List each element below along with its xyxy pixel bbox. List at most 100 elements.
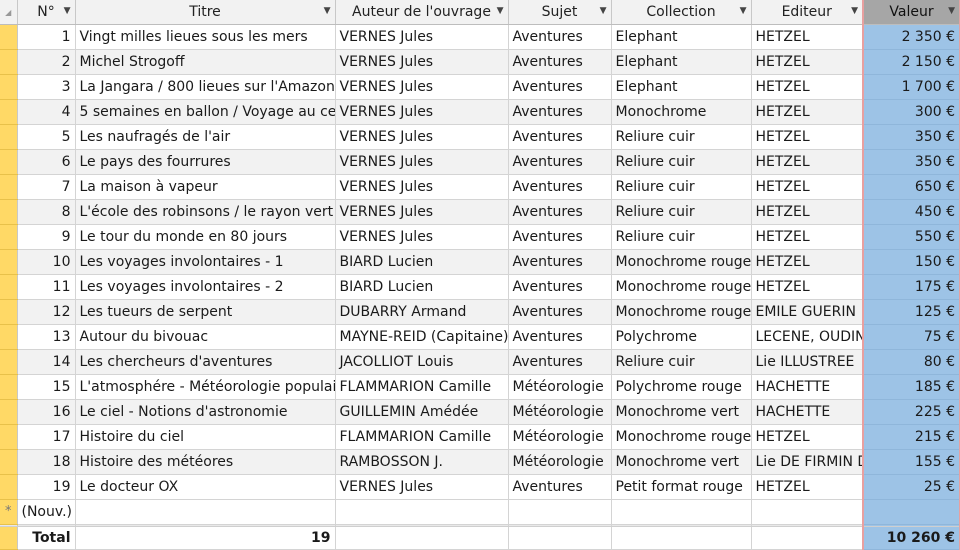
cell-valeur[interactable]: 350 € <box>862 124 960 150</box>
cell-valeur[interactable]: 450 € <box>862 199 960 225</box>
cell-auteur[interactable]: VERNES Jules <box>335 224 509 250</box>
cell-sujet[interactable]: Aventures <box>508 299 612 325</box>
table-row[interactable]: 1 Vingt milles lieues sous les mers VERNES… <box>0 24 960 50</box>
cell-editeur[interactable]: HETZEL <box>751 24 864 50</box>
table-row[interactable]: 5 Les naufragés de l'air VERNES Jules Avent… <box>0 124 960 150</box>
new-cell[interactable] <box>508 499 612 525</box>
column-header-collection[interactable]: Collection ▼ <box>611 0 752 25</box>
cell-auteur[interactable]: BIARD Lucien <box>335 249 509 275</box>
cell-titre[interactable]: Michel Strogoff <box>75 49 336 75</box>
cell-valeur[interactable]: 350 € <box>862 149 960 175</box>
cell-no[interactable]: 2 <box>17 49 76 75</box>
cell-sujet[interactable]: Aventures <box>508 324 612 350</box>
cell-collection[interactable]: Petit format rouge <box>611 474 752 500</box>
column-header-editeur[interactable]: Editeur ▼ <box>751 0 864 25</box>
cell-no[interactable]: 13 <box>17 324 76 350</box>
cell-auteur[interactable]: VERNES Jules <box>335 124 509 150</box>
cell-auteur[interactable]: BIARD Lucien <box>335 274 509 300</box>
cell-editeur[interactable]: EMILE GUERIN <box>751 299 864 325</box>
cell-collection[interactable]: Monochrome rouge <box>611 299 752 325</box>
cell-valeur[interactable]: 225 € <box>862 399 960 425</box>
total-selector[interactable] <box>0 526 18 550</box>
table-row[interactable]: 14 Les chercheurs d'aventures JACOLLIOT Lo… <box>0 349 960 375</box>
cell-titre[interactable]: L'école des robinsons / le rayon vert <box>75 199 336 225</box>
cell-auteur[interactable]: RAMBOSSON J. <box>335 449 509 475</box>
column-header-titre[interactable]: Titre ▼ <box>75 0 336 25</box>
record-selector[interactable] <box>0 149 18 175</box>
cell-editeur[interactable]: HETZEL <box>751 424 864 450</box>
cell-valeur[interactable]: 2 350 € <box>862 24 960 50</box>
record-selector[interactable] <box>0 374 18 400</box>
record-selector[interactable] <box>0 49 18 75</box>
cell-editeur[interactable]: Lie DE FIRMIN DIDOT <box>751 449 864 475</box>
new-cell[interactable] <box>611 499 752 525</box>
cell-auteur[interactable]: MAYNE-REID (Capitaine) <box>335 324 509 350</box>
cell-no[interactable]: 15 <box>17 374 76 400</box>
cell-valeur[interactable]: 2 150 € <box>862 49 960 75</box>
cell-collection[interactable]: Reliure cuir <box>611 124 752 150</box>
cell-no[interactable]: 16 <box>17 399 76 425</box>
cell-auteur[interactable]: VERNES Jules <box>335 474 509 500</box>
chevron-down-icon[interactable]: ▼ <box>497 0 504 22</box>
cell-editeur[interactable]: HETZEL <box>751 74 864 100</box>
cell-collection[interactable]: Polychrome rouge <box>611 374 752 400</box>
table-row[interactable]: 45 semaines en ballon / Voyage au centre… <box>0 99 960 125</box>
cell-no[interactable]: 1 <box>17 24 76 50</box>
column-header-sujet[interactable]: Sujet ▼ <box>508 0 612 25</box>
cell-no[interactable]: 17 <box>17 424 76 450</box>
cell-no[interactable]: 11 <box>17 274 76 300</box>
column-header-auteur[interactable]: Auteur de l'ouvrage ▼ <box>335 0 509 25</box>
cell-collection[interactable]: Polychrome <box>611 324 752 350</box>
table-row[interactable]: 3 La Jangara / 800 lieues sur l'Amazone VE… <box>0 74 960 100</box>
cell-titre[interactable]: 5 semaines en ballon / Voyage au centre … <box>75 99 336 125</box>
cell-collection[interactable]: Reliure cuir <box>611 224 752 250</box>
table-row[interactable]: 9 Le tour du monde en 80 jours VERNES Jule… <box>0 224 960 250</box>
cell-collection[interactable]: Monochrome vert <box>611 399 752 425</box>
record-selector[interactable] <box>0 249 18 275</box>
cell-sujet[interactable]: Aventures <box>508 74 612 100</box>
record-selector[interactable] <box>0 99 18 125</box>
table-row[interactable]: 17 Histoire du ciel FLAMMARION Camille Mété… <box>0 424 960 450</box>
cell-sujet[interactable]: Aventures <box>508 99 612 125</box>
cell-sujet[interactable]: Météorologie <box>508 374 612 400</box>
table-row[interactable]: 8 L'école des robinsons / le rayon vert VE… <box>0 199 960 225</box>
record-selector[interactable] <box>0 424 18 450</box>
cell-no[interactable]: 8 <box>17 199 76 225</box>
table-row[interactable]: 13 Autour du bivouac MAYNE-REID (Capitaine… <box>0 324 960 350</box>
cell-valeur[interactable]: 215 € <box>862 424 960 450</box>
record-selector[interactable] <box>0 299 18 325</box>
new-cell[interactable] <box>751 499 864 525</box>
record-selector[interactable] <box>0 224 18 250</box>
cell-collection[interactable]: Elephant <box>611 49 752 75</box>
table-row[interactable]: 18 Histoire des météores RAMBOSSON J. Météo… <box>0 449 960 475</box>
new-cell[interactable] <box>75 499 336 525</box>
cell-sujet[interactable]: Météorologie <box>508 399 612 425</box>
cell-sujet[interactable]: Aventures <box>508 199 612 225</box>
cell-titre[interactable]: Le ciel - Notions d'astronomie <box>75 399 336 425</box>
cell-auteur[interactable]: VERNES Jules <box>335 74 509 100</box>
cell-editeur[interactable]: LECENE, OUDIN <box>751 324 864 350</box>
cell-titre[interactable]: Les voyages involontaires - 2 <box>75 274 336 300</box>
cell-titre[interactable]: Les tueurs de serpent <box>75 299 336 325</box>
cell-titre[interactable]: Le tour du monde en 80 jours <box>75 224 336 250</box>
cell-sujet[interactable]: Aventures <box>508 149 612 175</box>
new-cell[interactable] <box>335 499 509 525</box>
record-selector[interactable] <box>0 24 18 50</box>
chevron-down-icon[interactable]: ▼ <box>740 0 747 22</box>
cell-no[interactable]: 4 <box>17 99 76 125</box>
cell-editeur[interactable]: HACHETTE <box>751 374 864 400</box>
cell-editeur[interactable]: HETZEL <box>751 249 864 275</box>
cell-no[interactable]: 10 <box>17 249 76 275</box>
cell-auteur[interactable]: VERNES Jules <box>335 199 509 225</box>
cell-valeur[interactable]: 80 € <box>862 349 960 375</box>
cell-editeur[interactable]: HETZEL <box>751 149 864 175</box>
select-all-corner[interactable]: ◢ <box>0 0 18 25</box>
cell-sujet[interactable]: Aventures <box>508 24 612 50</box>
cell-auteur[interactable]: VERNES Jules <box>335 99 509 125</box>
cell-no[interactable]: 19 <box>17 474 76 500</box>
cell-valeur[interactable]: 25 € <box>862 474 960 500</box>
column-header-no[interactable]: N° ▼ <box>17 0 76 25</box>
table-row[interactable]: 15 L'atmosphére - Météorologie populaire F… <box>0 374 960 400</box>
cell-collection[interactable]: Elephant <box>611 74 752 100</box>
chevron-down-icon[interactable]: ▼ <box>851 0 858 22</box>
